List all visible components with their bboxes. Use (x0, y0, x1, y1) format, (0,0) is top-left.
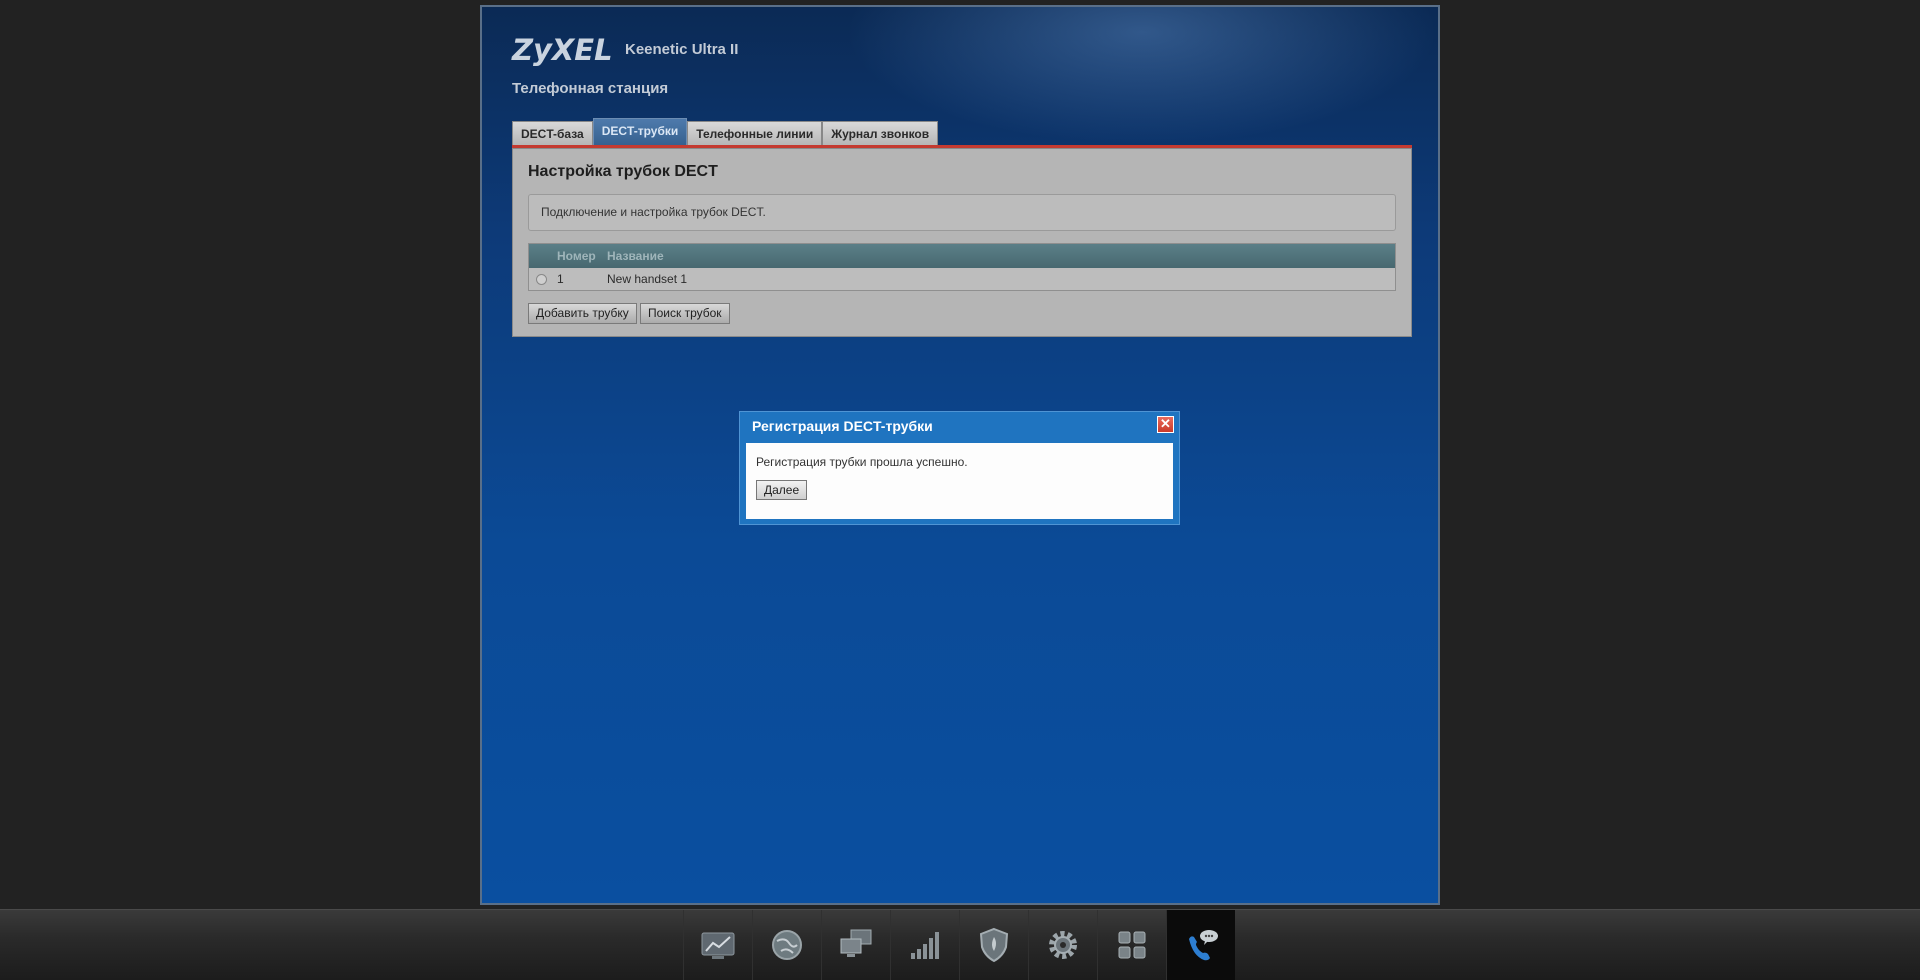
apps-grid-icon (1118, 931, 1146, 959)
search-handsets-button[interactable]: Поиск трубок (640, 303, 730, 324)
table-header: Номер Название (529, 244, 1395, 268)
taskbar-wifi[interactable] (890, 910, 959, 980)
taskbar-home-network[interactable] (821, 910, 890, 980)
chart-icon (701, 932, 735, 959)
row-select-radio[interactable] (536, 274, 547, 285)
close-icon[interactable]: ✕ (1157, 416, 1174, 433)
row-number: 1 (557, 272, 564, 286)
globe-icon (772, 930, 802, 960)
taskbar-applications[interactable] (1097, 910, 1166, 980)
tab-bar: DECT-база DECT-трубки Телефонные линии Ж… (512, 118, 939, 145)
taskbar-system[interactable] (1028, 910, 1097, 980)
column-number: Номер (557, 249, 596, 263)
taskbar-telephony[interactable] (1166, 910, 1235, 980)
brand-logo: ZyXEL (512, 33, 613, 67)
gear-icon (1049, 931, 1077, 959)
network-computers-icon (840, 929, 872, 957)
tab-dect-base[interactable]: DECT-база (512, 121, 593, 145)
signal-bars-icon (911, 932, 939, 959)
phone-chat-icon (1189, 930, 1218, 961)
column-name: Название (607, 249, 664, 263)
next-button[interactable]: Далее (756, 480, 808, 500)
shield-icon (979, 927, 1009, 963)
handsets-panel: Настройка трубок DECT Подключение и наст… (512, 148, 1412, 337)
device-model: Keenetic Ultra II (625, 41, 739, 58)
taskbar-security[interactable] (959, 910, 1028, 980)
panel-description: Подключение и настройка трубок DECT. (528, 194, 1396, 231)
handsets-table: Номер Название 1 New handset 1 (528, 243, 1396, 291)
row-name: New handset 1 (607, 272, 688, 286)
taskbar-monitor[interactable] (683, 910, 752, 980)
panel-title: Настройка трубок DECT (528, 163, 718, 180)
bottom-taskbar (0, 909, 1920, 980)
table-row[interactable]: 1 New handset 1 (529, 268, 1395, 290)
dialog-body: Регистрация трубки прошла успешно. Далее (746, 443, 1173, 519)
dialog-message: Регистрация трубки прошла успешно. (756, 455, 968, 469)
tab-phone-lines[interactable]: Телефонные линии (687, 121, 823, 145)
taskbar-internet[interactable] (752, 910, 821, 980)
page-title: Телефонная станция (512, 80, 669, 97)
dialog-title: Регистрация DECT-трубки (752, 418, 933, 434)
registration-dialog: Регистрация DECT-трубки ✕ Регистрация тр… (739, 411, 1180, 525)
add-handset-button[interactable]: Добавить трубку (528, 303, 637, 324)
tab-call-log[interactable]: Журнал звонков (822, 121, 939, 145)
tab-dect-handsets[interactable]: DECT-трубки (592, 118, 688, 145)
